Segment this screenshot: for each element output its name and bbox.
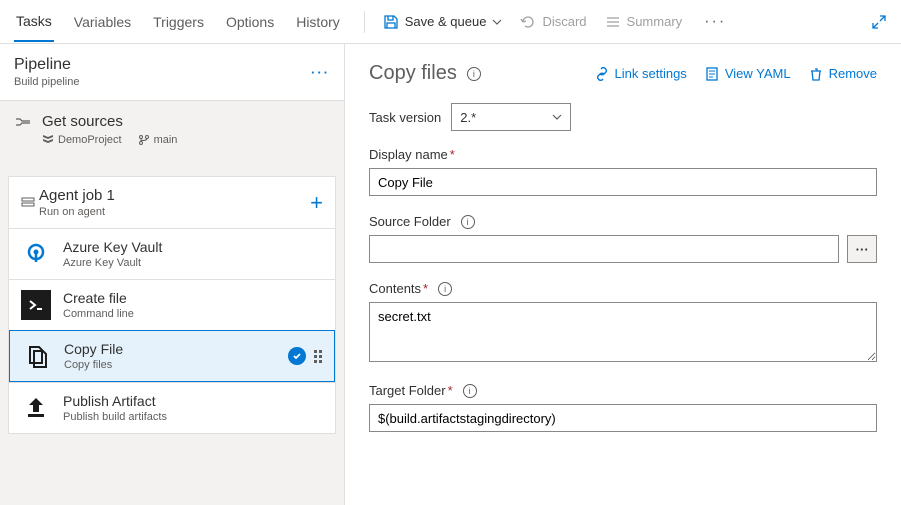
publish-artifact-icon: [21, 393, 51, 423]
sources-project: DemoProject: [58, 134, 122, 146]
view-yaml-button[interactable]: View YAML: [705, 66, 791, 81]
task-title: Azure Key Vault: [63, 239, 162, 255]
task-subtitle: Publish build artifacts: [63, 411, 167, 423]
browse-button[interactable]: ···: [847, 235, 877, 263]
tab-options[interactable]: Options: [224, 3, 276, 41]
task-row-publish-artifact[interactable]: Publish Artifact Publish build artifacts: [9, 382, 335, 433]
source-folder-label: Source Folder: [369, 214, 451, 229]
branch-icon: [138, 134, 150, 146]
display-name-input[interactable]: [369, 168, 877, 196]
tab-variables[interactable]: Variables: [72, 3, 133, 41]
info-icon[interactable]: i: [463, 384, 477, 398]
drag-handle-icon[interactable]: [314, 350, 322, 363]
contents-label: Contents*: [369, 281, 428, 296]
task-row-azure-key-vault[interactable]: Azure Key Vault Azure Key Vault: [9, 228, 335, 279]
agent-job-header[interactable]: Agent job 1 Run on agent +: [9, 177, 335, 228]
target-folder-input[interactable]: [369, 404, 877, 432]
pane-title: Copy files: [369, 62, 457, 85]
top-bar: Tasks Variables Triggers Options History…: [0, 0, 901, 44]
display-name-label: Display name*: [369, 147, 455, 162]
add-task-button[interactable]: +: [310, 192, 323, 214]
chevron-down-icon: [492, 17, 502, 27]
key-vault-icon: [21, 239, 51, 269]
copy-files-icon: [22, 341, 52, 371]
sources-icon: [14, 116, 32, 128]
task-version-label: Task version: [369, 110, 441, 125]
discard-button[interactable]: Discard: [520, 14, 586, 30]
task-subtitle: Copy files: [64, 359, 123, 371]
agent-job-card: Agent job 1 Run on agent + Azure Key Vau…: [8, 176, 336, 434]
save-icon: [383, 14, 399, 30]
toolbar-divider: [364, 11, 365, 33]
task-title: Copy File: [64, 341, 123, 357]
task-version-select[interactable]: 2.*: [451, 103, 571, 131]
left-panel: Pipeline Build pipeline ··· Get sources …: [0, 44, 345, 505]
pipeline-title: Pipeline: [14, 56, 79, 74]
tab-tasks[interactable]: Tasks: [14, 2, 54, 42]
tab-triggers[interactable]: Triggers: [151, 3, 206, 41]
pipeline-subtitle: Build pipeline: [14, 76, 79, 88]
task-subtitle: Command line: [63, 308, 134, 320]
remove-button[interactable]: Remove: [809, 66, 877, 81]
task-title: Publish Artifact: [63, 393, 167, 409]
task-subtitle: Azure Key Vault: [63, 257, 162, 269]
save-label: Save & queue: [405, 14, 487, 29]
chevron-down-icon: [552, 112, 562, 122]
repo-icon: [42, 134, 54, 146]
info-icon[interactable]: i: [467, 67, 481, 81]
job-icon: [21, 196, 35, 210]
toolbar-more-button[interactable]: ···: [700, 9, 730, 35]
trash-icon: [809, 67, 823, 81]
summary-icon: [605, 14, 621, 30]
expand-button[interactable]: [871, 14, 887, 30]
source-folder-input[interactable]: [369, 235, 839, 263]
agent-job-subtitle: Run on agent: [39, 206, 115, 218]
task-title: Create file: [63, 290, 134, 306]
info-icon[interactable]: i: [461, 215, 475, 229]
task-row-copy-file[interactable]: Copy File Copy files: [9, 330, 335, 382]
agent-job-title: Agent job 1: [39, 187, 115, 204]
info-icon[interactable]: i: [438, 282, 452, 296]
expand-icon: [871, 14, 887, 30]
target-folder-label: Target Folder*: [369, 383, 453, 398]
yaml-icon: [705, 67, 719, 81]
sources-branch: main: [154, 134, 178, 146]
contents-textarea[interactable]: [369, 302, 877, 362]
link-icon: [595, 67, 609, 81]
summary-label: Summary: [627, 14, 683, 29]
pipeline-header[interactable]: Pipeline Build pipeline ···: [0, 44, 344, 101]
status-ok-icon: [288, 347, 306, 365]
command-line-icon: [21, 290, 51, 320]
save-and-queue-button[interactable]: Save & queue: [383, 14, 503, 30]
task-details-pane: Copy files i Link settings View YAML Rem…: [345, 44, 901, 505]
undo-icon: [520, 14, 536, 30]
pipeline-more-button[interactable]: ···: [311, 65, 330, 80]
get-sources-row[interactable]: Get sources DemoProject main: [0, 101, 344, 158]
discard-label: Discard: [542, 14, 586, 29]
link-settings-button[interactable]: Link settings: [595, 66, 687, 81]
tab-history[interactable]: History: [294, 3, 342, 41]
task-row-create-file[interactable]: Create file Command line: [9, 279, 335, 330]
summary-button[interactable]: Summary: [605, 14, 683, 30]
get-sources-title: Get sources: [42, 113, 177, 130]
